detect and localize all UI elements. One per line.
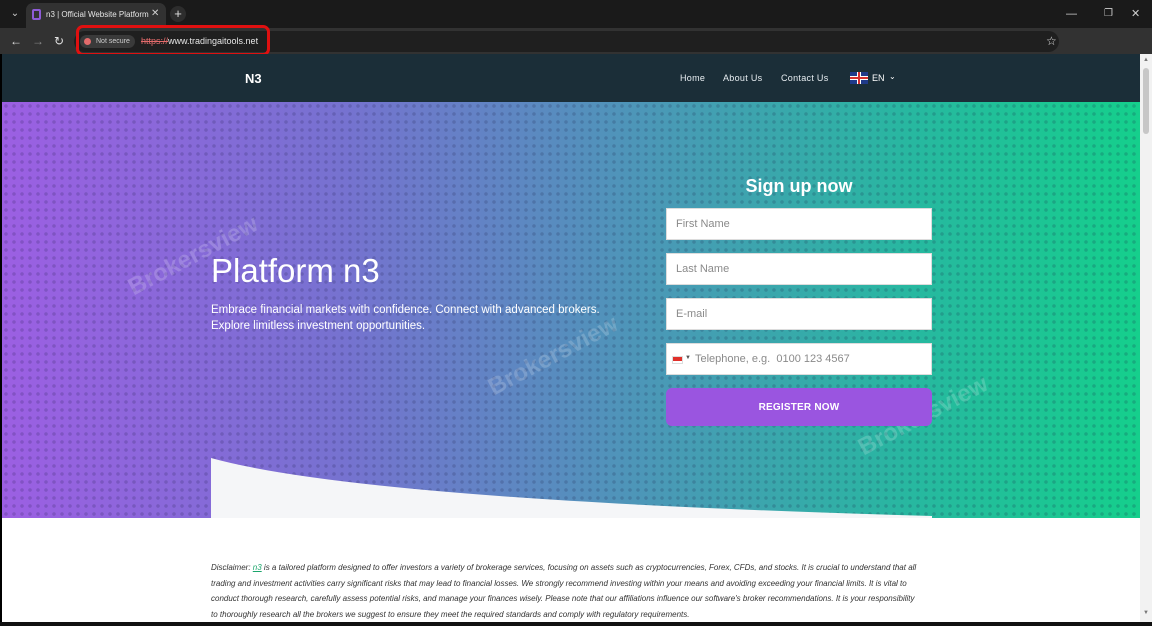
tab-close-icon[interactable]: ✕: [151, 8, 159, 19]
new-tab-icon[interactable]: +: [170, 6, 186, 22]
scroll-up-icon[interactable]: ▲: [1143, 57, 1149, 63]
tab-bar: ⌄ n3 | Official Website Platform ✕ + — ❐…: [0, 0, 1152, 28]
page-scrollbar[interactable]: ▲ ▼: [1140, 54, 1152, 622]
tab-title: n3 | Official Website Platform: [46, 10, 149, 19]
nav-about-us[interactable]: About Us: [723, 73, 762, 83]
forward-icon[interactable]: →: [32, 34, 44, 48]
disclaimer-prefix: Disclaimer:: [211, 563, 253, 572]
web-page: N3 Home About Us Contact Us EN ⌄ Brokers…: [2, 54, 1140, 622]
bookmark-star-icon[interactable]: ☆: [1046, 34, 1057, 48]
back-icon[interactable]: ←: [10, 34, 22, 48]
disclaimer-body: is a tailored platform designed to offer…: [211, 563, 917, 619]
site-header: N3 Home About Us Contact Us EN ⌄: [2, 54, 1140, 102]
hero-section: Brokersview Brokersview Brokersview Plat…: [2, 102, 1140, 518]
chevron-down-icon[interactable]: ⌄: [889, 72, 896, 81]
disclaimer-link[interactable]: n3: [253, 563, 262, 572]
language-selector[interactable]: EN: [872, 73, 885, 83]
favicon-icon: [32, 9, 41, 20]
tab-search-icon[interactable]: ⌄: [8, 7, 22, 21]
hero-bottom-curve: [211, 458, 932, 518]
country-dropdown-icon[interactable]: ▼: [685, 355, 691, 361]
scroll-thumb[interactable]: [1143, 68, 1149, 134]
site-logo[interactable]: N3: [245, 71, 262, 86]
url-highlight-annotation: [76, 25, 270, 56]
country-flag-icon[interactable]: [672, 356, 683, 364]
restore-icon[interactable]: ❐: [1104, 8, 1113, 20]
scroll-down-icon[interactable]: ▼: [1143, 610, 1149, 616]
window-bottom-edge: [0, 622, 1152, 626]
nav-contact-us[interactable]: Contact Us: [781, 73, 829, 83]
minimize-icon[interactable]: —: [1066, 8, 1077, 20]
nav-home[interactable]: Home: [680, 73, 705, 83]
disclaimer-text: Disclaimer: n3 is a tailored platform de…: [211, 560, 923, 622]
reload-icon[interactable]: ↻: [54, 34, 64, 48]
window-close-icon[interactable]: ✕: [1131, 8, 1140, 20]
uk-flag-icon[interactable]: [850, 72, 868, 84]
